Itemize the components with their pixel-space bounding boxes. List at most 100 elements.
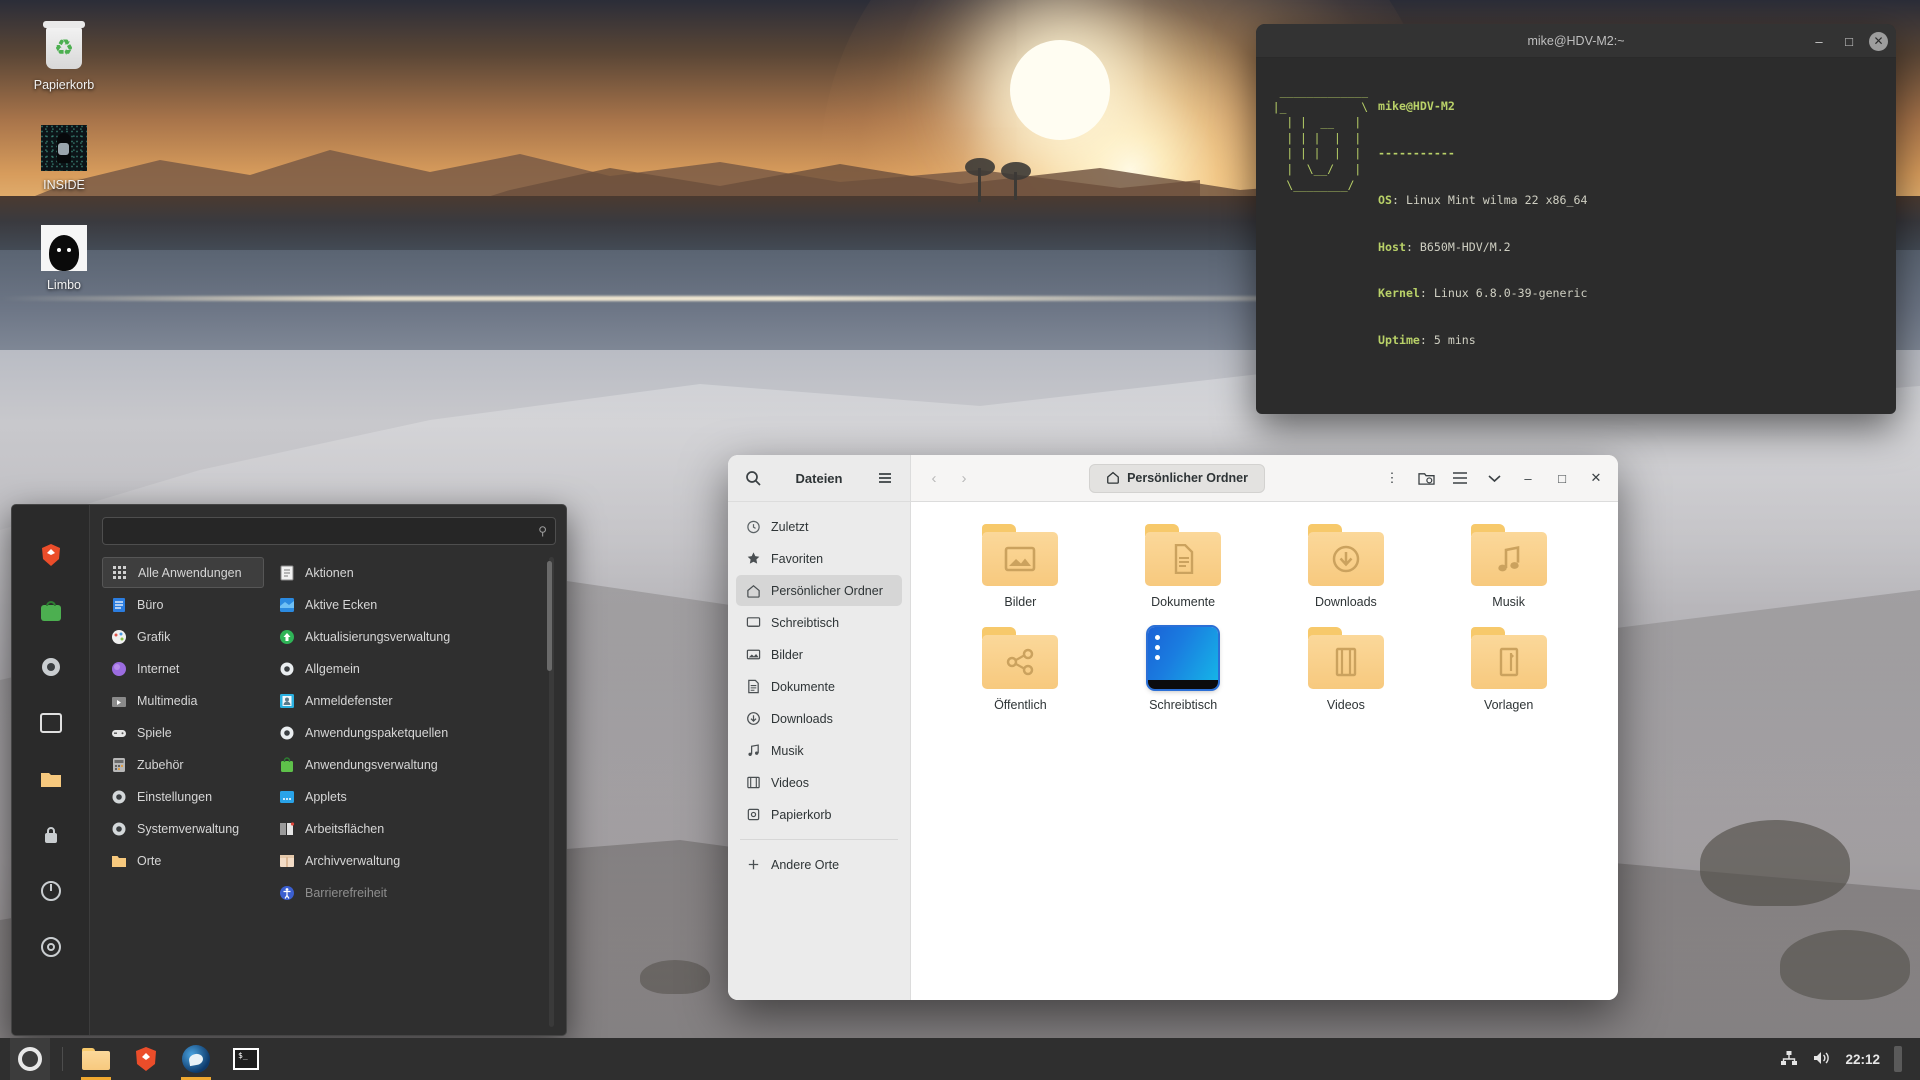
shutdown-icon[interactable] [35,931,67,963]
brave-browser-icon[interactable] [35,539,67,571]
terminal-maximize-button[interactable]: □ [1839,34,1859,49]
menu-category-list: Alle Anwendungen Büro Grafik Internet Multim… [102,557,264,1027]
sidebar-item-4[interactable]: Bilder [736,639,902,670]
sidebar-item-3[interactable]: Schreibtisch [736,607,902,638]
terminal-taskbar-icon[interactable]: $_ [225,1038,267,1080]
neofetch-entry: Kernel: Linux 6.8.0-39-generic [1378,286,1588,301]
volume-icon[interactable] [1812,1050,1831,1069]
menu-application-6[interactable]: Anwendungsverwaltung [272,749,544,780]
menu-category-4[interactable]: Multimedia [102,685,264,716]
file-item-label: Videos [1326,698,1365,712]
menu-application-0[interactable]: Aktionen [272,557,544,588]
system-settings-icon[interactable] [35,651,67,683]
file-manager-maximize-button[interactable]: □ [1549,465,1575,491]
files-taskbar-icon[interactable] [75,1038,117,1080]
sidebar-item-1[interactable]: Favoriten [736,543,902,574]
vertical-dots-icon[interactable]: ⋮ [1379,465,1405,491]
menu-application-1[interactable]: Aktive Ecken [272,589,544,620]
files-icon[interactable] [35,763,67,795]
accessibility-icon [278,884,296,902]
file-manager-title: Dateien [795,470,843,486]
clock-recent-icon [744,518,762,536]
view-options-chevron-icon[interactable] [1481,465,1507,491]
panel-edge-handle[interactable] [1894,1046,1902,1072]
file-item-2[interactable]: Downloads [1265,524,1428,609]
sidebar-item-9[interactable]: Papierkorb [736,799,902,830]
menu-category-3[interactable]: Internet [102,653,264,684]
file-item-6[interactable]: Videos [1265,627,1428,712]
search-icon: ⚲ [538,524,547,538]
menu-category-2[interactable]: Grafik [102,621,264,652]
file-manager-close-button[interactable]: ✕ [1583,465,1609,491]
terminal-output[interactable]: _____________ |_ \ | | __ | | | | | | | … [1256,58,1896,414]
brave-taskbar-icon[interactable] [125,1038,167,1080]
file-item-4[interactable]: Öffentlich [939,627,1102,712]
menu-application-10[interactable]: Barrierefreiheit [272,877,544,908]
menu-category-5[interactable]: Spiele [102,717,264,748]
menu-scrollbar-track[interactable] [547,557,554,1027]
sidebar-item-label: Persönlicher Ordner [771,583,883,598]
menu-search-box[interactable]: ⚲ [102,517,556,545]
neofetch-key: Uptime [1378,333,1420,348]
software-manager-icon[interactable] [35,595,67,627]
terminal-titlebar[interactable]: mike@HDV-M2:~ – □ ✕ [1256,24,1896,58]
search-input[interactable] [111,524,533,538]
cinnamon-application-menu[interactable]: ⚲ Alle Anwendungen Büro Grafik Internet Mult… [11,504,567,1036]
menu-application-2[interactable]: Aktualisierungsverwaltung [272,621,544,652]
menu-application-9[interactable]: Archivverwaltung [272,845,544,876]
sidebar-item-6[interactable]: Downloads [736,703,902,734]
desktop-icon-trash[interactable]: Papierkorb [12,21,116,92]
file-manager-minimize-button[interactable]: – [1515,465,1541,491]
taskbar: $_ 22:12 [0,1038,1920,1080]
desktop-icon [744,614,762,632]
neofetch-key: OS [1378,192,1392,207]
file-item-3[interactable]: Musik [1427,524,1590,609]
mint-menu-icon[interactable] [10,1038,50,1080]
back-button[interactable]: ‹ [923,470,945,487]
menu-category-1[interactable]: Büro [102,589,264,620]
network-icon[interactable] [1780,1050,1798,1069]
menu-application-5[interactable]: Anwendungspaketquellen [272,717,544,748]
menu-scrollbar-thumb[interactable] [547,561,552,671]
menu-category-9[interactable]: Orte [102,845,264,876]
list-view-icon[interactable] [1447,465,1473,491]
breadcrumb-current[interactable]: Persönlicher Ordner [1089,463,1265,493]
menu-category-7[interactable]: Einstellungen [102,781,264,812]
menu-application-7[interactable]: Applets [272,781,544,812]
file-manager-content[interactable]: Bilder Dokumente Downloads Musik Öffentlich S… [911,502,1618,1000]
hamburger-menu-icon[interactable] [872,465,898,491]
file-item-7[interactable]: Vorlagen [1427,627,1590,712]
file-item-0[interactable]: Bilder [939,524,1102,609]
neofetch-entry: OS: Linux Mint wilma 22 x86_64 [1378,192,1588,207]
file-item-5[interactable]: Schreibtisch [1102,625,1265,712]
search-icon[interactable] [740,465,766,491]
clock[interactable]: 22:12 [1845,1052,1880,1067]
menu-category-0[interactable]: Alle Anwendungen [102,557,264,588]
sidebar-item-8[interactable]: Videos [736,767,902,798]
sidebar-item-7[interactable]: Musik [736,735,902,766]
terminal-close-button[interactable]: ✕ [1869,31,1888,51]
desktop-icon-inside[interactable]: INSIDE [12,124,116,192]
steam-taskbar-icon[interactable] [175,1038,217,1080]
desktop-icon-limbo[interactable]: Limbo [12,224,116,292]
taskbar-tray: 22:12 [1780,1046,1910,1072]
menu-application-3[interactable]: Allgemein [272,653,544,684]
logout-icon[interactable] [35,875,67,907]
lock-screen-icon[interactable] [35,819,67,851]
sidebar-item-5[interactable]: Dokumente [736,671,902,702]
folder-desktop-icon [1146,625,1221,691]
menu-application-4[interactable]: Anmeldefenster [272,685,544,716]
sidebar-item-other-locations[interactable]: Andere Orte [736,849,902,880]
menu-application-8[interactable]: Arbeitsflächen [272,813,544,844]
menu-category-8[interactable]: Systemverwaltung [102,813,264,844]
terminal-icon[interactable] [35,707,67,739]
forward-button[interactable]: › [953,470,975,487]
file-manager-window[interactable]: Dateien ‹ › Persönlicher Ordner ⋮ – □ ✕ … [728,455,1618,1000]
terminal-minimize-button[interactable]: – [1809,34,1829,49]
terminal-window[interactable]: mike@HDV-M2:~ – □ ✕ _____________ |_ \ |… [1256,24,1896,414]
new-folder-icon[interactable] [1413,465,1439,491]
menu-category-6[interactable]: Zubehör [102,749,264,780]
file-item-1[interactable]: Dokumente [1102,524,1265,609]
sidebar-item-2[interactable]: Persönlicher Ordner [736,575,902,606]
sidebar-item-0[interactable]: Zuletzt [736,511,902,542]
